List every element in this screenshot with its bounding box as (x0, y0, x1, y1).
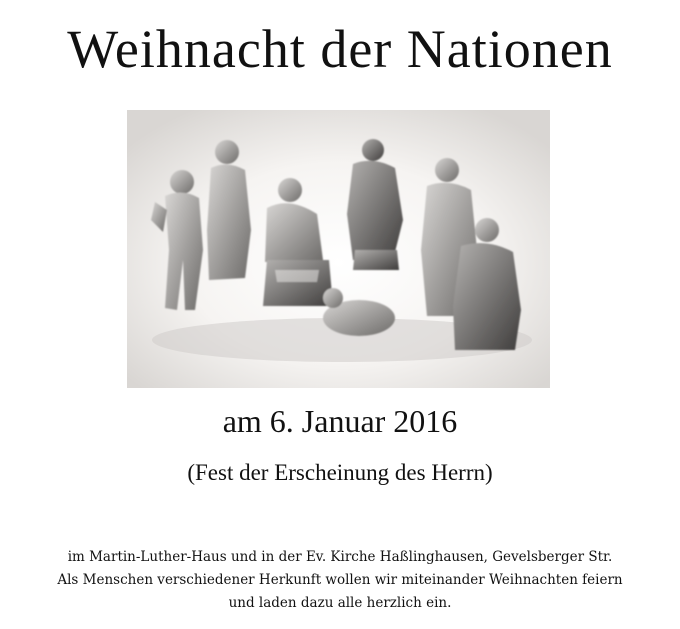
invitation-line: Als Menschen verschiedener Herkunft woll… (57, 572, 623, 588)
invitation-line: und laden dazu alle herzlich ein. (228, 595, 452, 611)
event-date: am 6. Januar 2016 (222, 403, 458, 439)
invitation-text: im Martin-Luther-Haus und in der Ev. Kir… (0, 546, 680, 615)
invitation-line: im Martin-Luther-Haus und in der Ev. Kir… (67, 549, 613, 565)
nativity-figures-photo (127, 110, 550, 388)
page-title: Weihnacht der Nationen (67, 19, 613, 79)
feast-subtitle: (Fest der Erscheinung des Herrn) (187, 460, 493, 485)
